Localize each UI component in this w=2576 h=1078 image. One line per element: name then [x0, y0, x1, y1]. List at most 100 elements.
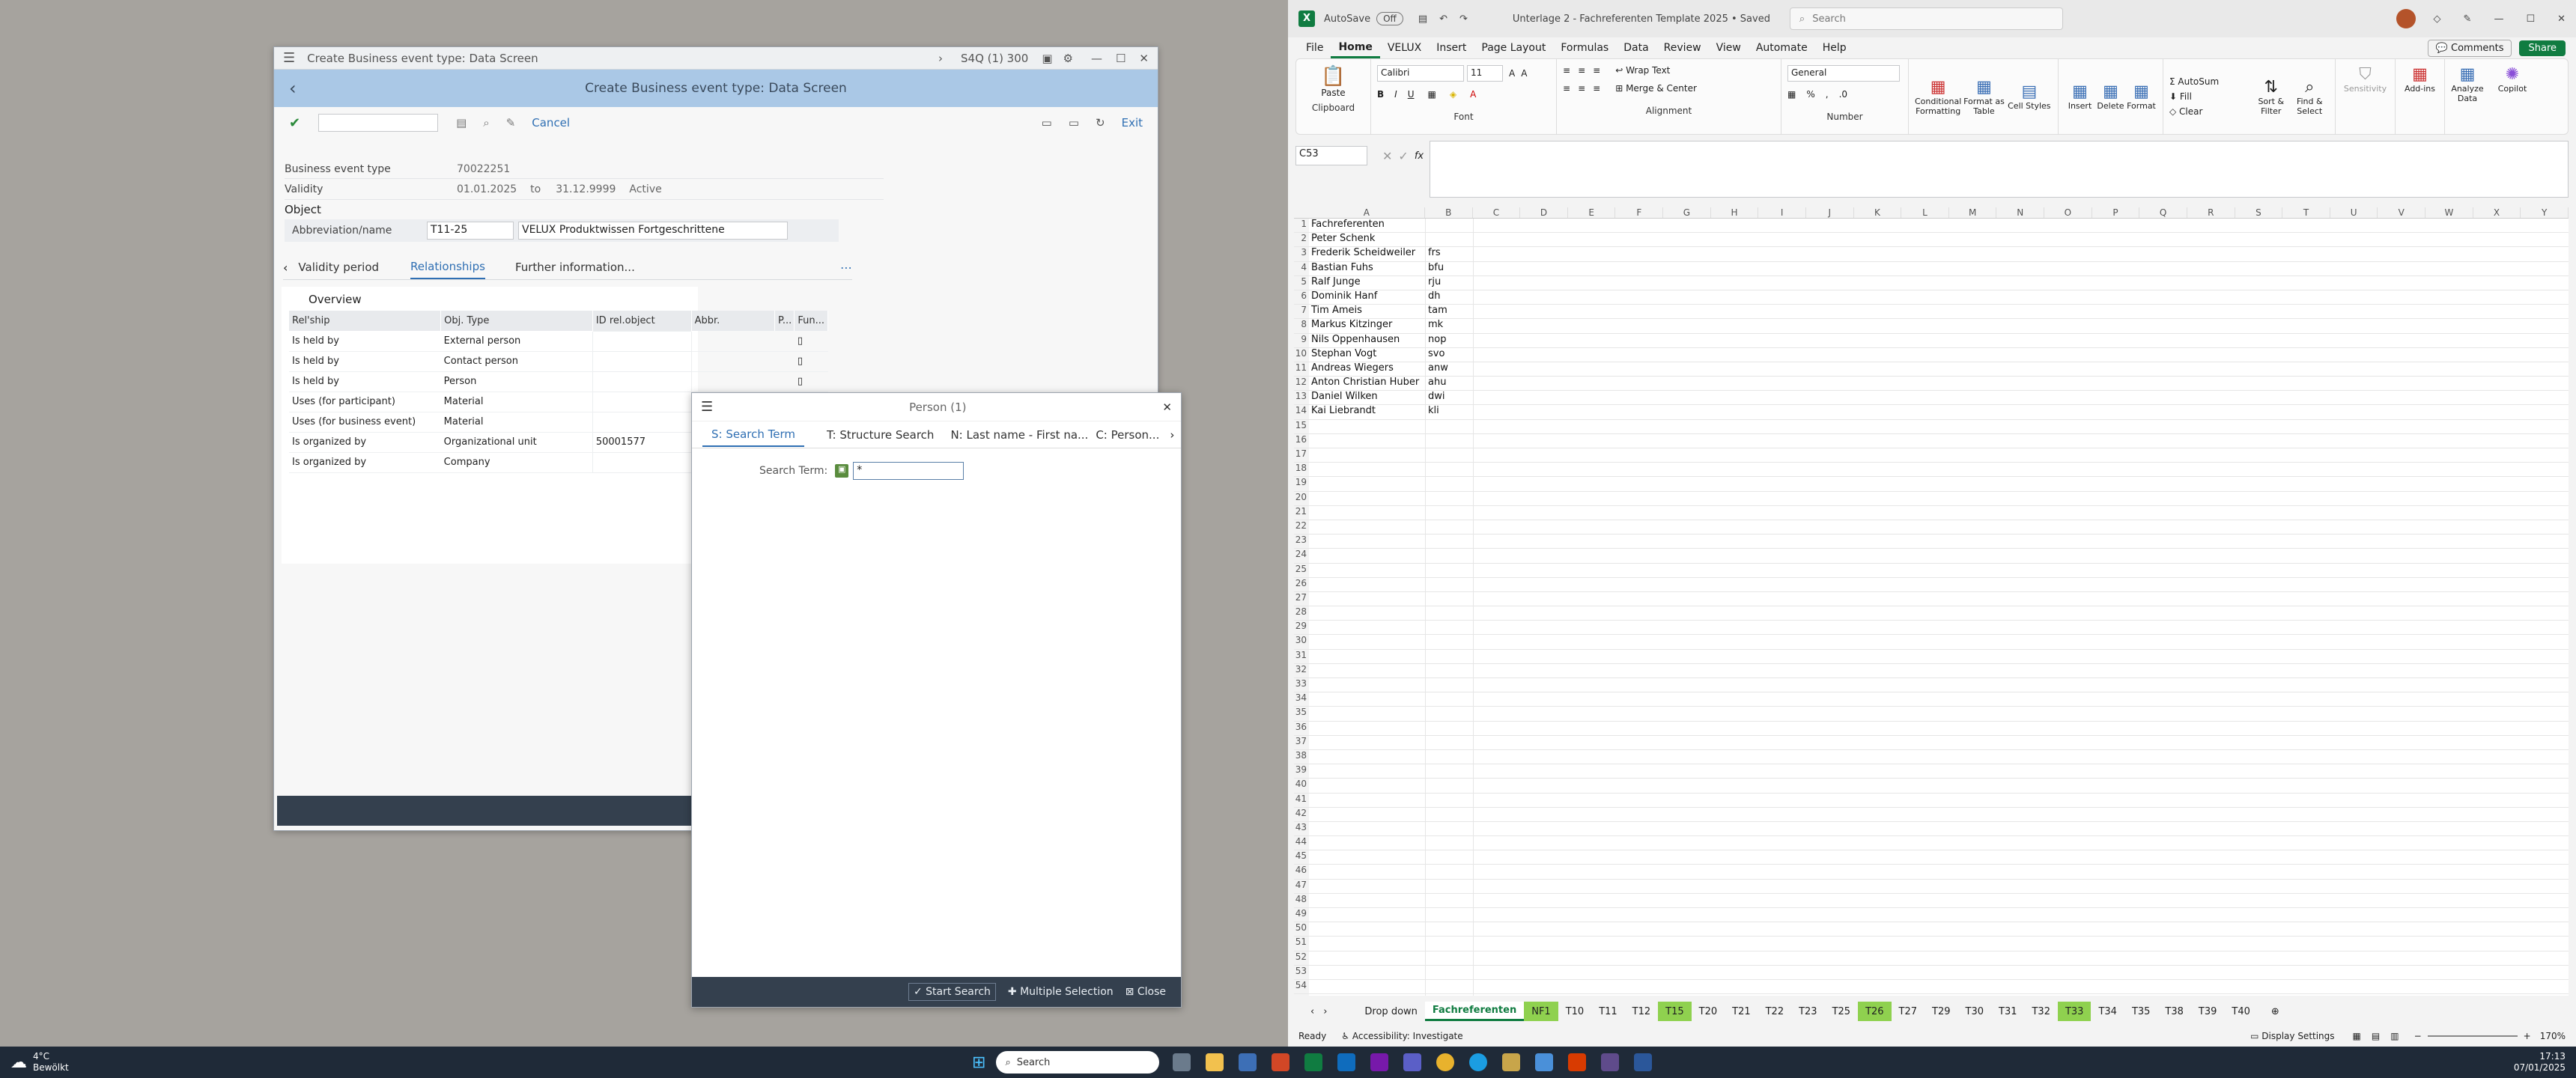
- tab-structure[interactable]: T: Structure Search: [827, 424, 934, 446]
- cell-b[interactable]: [1426, 749, 1474, 764]
- doc-icon[interactable]: ▯: [794, 371, 828, 392]
- menu-file[interactable]: File: [1298, 39, 1331, 57]
- cell-id[interactable]: [592, 371, 692, 392]
- zoom-in-icon[interactable]: +: [2524, 1031, 2531, 1041]
- cell-a[interactable]: [1309, 994, 1426, 996]
- fill-color-icon[interactable]: ◈: [1450, 89, 1456, 100]
- tab-person[interactable]: C: Person...: [1096, 424, 1159, 446]
- window-icon[interactable]: ▭: [1069, 116, 1079, 130]
- column-header[interactable]: V: [2378, 207, 2426, 218]
- row-number[interactable]: 33: [1294, 678, 1309, 692]
- cell-a[interactable]: [1309, 692, 1426, 707]
- cell-b[interactable]: frs: [1426, 247, 1474, 261]
- find-select-button[interactable]: ⌕ Find & Select: [2291, 78, 2330, 116]
- italic-icon[interactable]: I: [1394, 89, 1397, 100]
- row-number[interactable]: 4: [1294, 261, 1309, 275]
- column-header[interactable]: L: [1901, 207, 1949, 218]
- row-number[interactable]: 18: [1294, 463, 1309, 477]
- row-number[interactable]: 40: [1294, 779, 1309, 793]
- row-number[interactable]: 26: [1294, 577, 1309, 591]
- conditional-button[interactable]: ▦ Conditional Formatting: [1915, 78, 1961, 116]
- formula-input[interactable]: [1430, 141, 2569, 198]
- bold-icon[interactable]: B: [1377, 89, 1384, 100]
- prev-sheet-icon[interactable]: ‹: [1310, 1006, 1314, 1017]
- avatar[interactable]: [2396, 9, 2416, 28]
- app-icon[interactable]: [1502, 1053, 1521, 1071]
- redo-icon[interactable]: ↷: [1459, 13, 1468, 25]
- cell-a[interactable]: [1309, 491, 1426, 505]
- cell-b[interactable]: dh: [1426, 290, 1474, 305]
- edit-icon[interactable]: ✎: [506, 116, 516, 130]
- cell-a[interactable]: Bastian Fuhs: [1309, 261, 1426, 275]
- cell-b[interactable]: [1426, 219, 1474, 233]
- col-abbr[interactable]: Abbr.: [691, 311, 776, 331]
- sheet-tab[interactable]: Drop down: [1357, 1002, 1424, 1021]
- cell-a[interactable]: Anton Christian Huber: [1309, 377, 1426, 391]
- column-header[interactable]: B: [1425, 207, 1473, 218]
- cell-a[interactable]: [1309, 721, 1426, 735]
- name-input[interactable]: VELUX Produktwissen Fortgeschrittene: [518, 222, 788, 240]
- column-header[interactable]: Y: [2521, 207, 2569, 218]
- row-number[interactable]: 31: [1294, 649, 1309, 663]
- sheet-tab[interactable]: T26: [1858, 1002, 1892, 1021]
- cell-a[interactable]: Fachreferenten: [1309, 219, 1426, 233]
- cell-a[interactable]: [1309, 678, 1426, 692]
- cell-b[interactable]: [1426, 836, 1474, 850]
- menu-velux[interactable]: VELUX: [1380, 39, 1429, 57]
- minimize-icon[interactable]: —: [1091, 52, 1102, 65]
- row-number[interactable]: 49: [1294, 908, 1309, 922]
- underline-icon[interactable]: U: [1408, 89, 1415, 100]
- wrap-text-button[interactable]: ↩ Wrap Text: [1615, 65, 1670, 76]
- row-number[interactable]: 15: [1294, 419, 1309, 433]
- menu-icon[interactable]: ☰: [283, 50, 295, 66]
- cell-a[interactable]: [1309, 836, 1426, 850]
- row-number[interactable]: 43: [1294, 821, 1309, 836]
- diamond-icon[interactable]: ◇: [2434, 13, 2441, 25]
- row-number[interactable]: 47: [1294, 879, 1309, 893]
- column-header[interactable]: F: [1615, 207, 1664, 218]
- row-number[interactable]: 7: [1294, 305, 1309, 319]
- row-number[interactable]: 41: [1294, 793, 1309, 807]
- grow-font-icon[interactable]: A: [1509, 68, 1515, 79]
- row-number[interactable]: 44: [1294, 836, 1309, 850]
- cell-a[interactable]: [1309, 879, 1426, 893]
- files-icon[interactable]: [1206, 1053, 1224, 1071]
- cell-b[interactable]: [1426, 692, 1474, 707]
- cell-a[interactable]: [1309, 707, 1426, 721]
- add-sheet-icon[interactable]: ⊕: [2271, 1006, 2279, 1017]
- sheet-tab[interactable]: T27: [1892, 1002, 1925, 1021]
- align-top-icon[interactable]: ≡: [1563, 65, 1570, 76]
- cell-b[interactable]: kli: [1426, 405, 1474, 419]
- sheet-tab[interactable]: T30: [1958, 1002, 1991, 1021]
- row-number[interactable]: 8: [1294, 319, 1309, 333]
- cell-b[interactable]: [1426, 951, 1474, 965]
- cell-b[interactable]: [1426, 577, 1474, 591]
- cell-b[interactable]: [1426, 821, 1474, 836]
- tab-further[interactable]: Further information...: [515, 256, 840, 278]
- layout-icon[interactable]: ▭: [1042, 116, 1052, 130]
- enter-icon[interactable]: ✓: [1398, 149, 1408, 163]
- cell-id[interactable]: [592, 411, 692, 433]
- cell-styles-button[interactable]: ▤ Cell Styles: [2007, 82, 2052, 111]
- menu-home[interactable]: Home: [1331, 38, 1380, 58]
- column-header[interactable]: X: [2473, 207, 2521, 218]
- row-number[interactable]: 35: [1294, 707, 1309, 721]
- taskbar-search[interactable]: ⌕ Search: [996, 1051, 1160, 1074]
- maximize-icon[interactable]: ☐: [2526, 13, 2535, 25]
- app2-icon[interactable]: [1601, 1053, 1620, 1071]
- comma-icon[interactable]: ,: [1826, 89, 1829, 100]
- row-number[interactable]: 46: [1294, 865, 1309, 879]
- start-icon[interactable]: ⊞: [972, 1053, 985, 1072]
- cell-b[interactable]: anw: [1426, 362, 1474, 377]
- font-color-icon[interactable]: A: [1470, 89, 1476, 100]
- cell-b[interactable]: [1426, 707, 1474, 721]
- sheet-tab[interactable]: T20: [1692, 1002, 1725, 1021]
- cell-id[interactable]: [592, 350, 692, 372]
- check-icon[interactable]: ✔: [289, 115, 300, 131]
- column-header[interactable]: J: [1806, 207, 1854, 218]
- close-button[interactable]: ⊠ Close: [1126, 986, 1166, 998]
- cell-a[interactable]: Markus Kitzinger: [1309, 319, 1426, 333]
- cell-b[interactable]: [1426, 865, 1474, 879]
- cell-a[interactable]: [1309, 663, 1426, 677]
- cell-a[interactable]: Peter Schenk: [1309, 233, 1426, 247]
